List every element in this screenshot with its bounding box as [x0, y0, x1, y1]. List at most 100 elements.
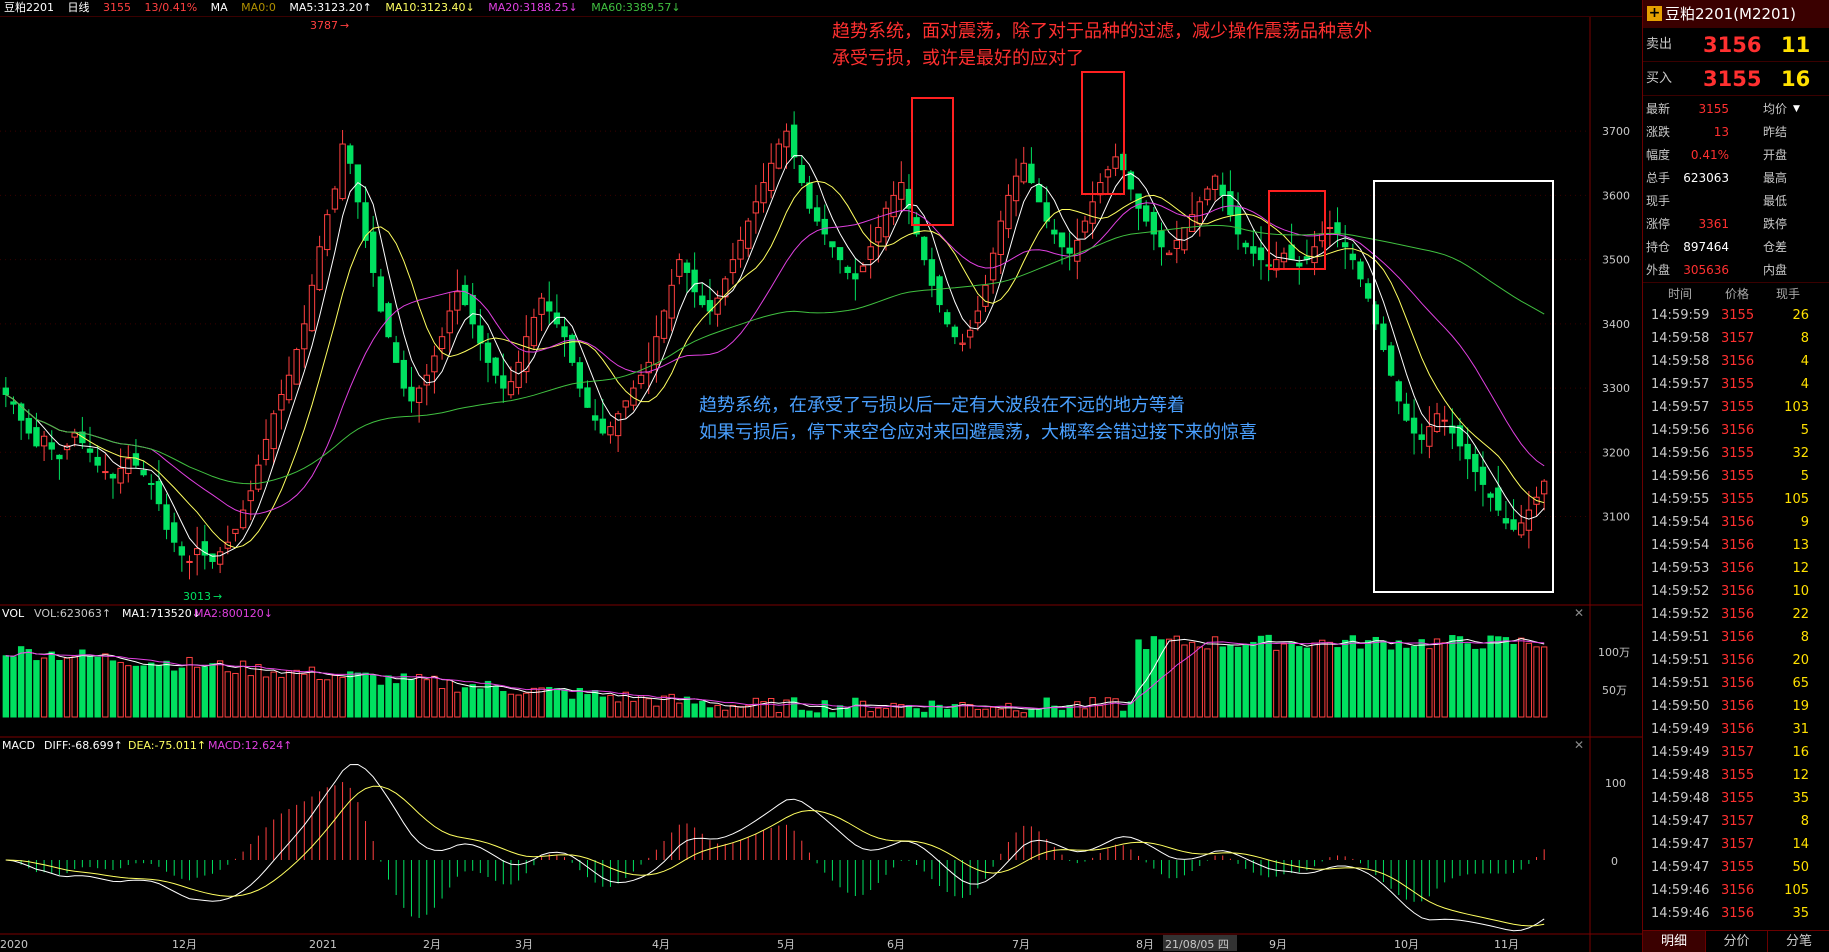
ask-row[interactable]: 卖出 3156 11 — [1643, 28, 1829, 62]
candle-body — [324, 214, 331, 251]
volume-bar — [71, 656, 78, 718]
tick-time: 14:59:49 — [1651, 745, 1710, 760]
candle-body — [622, 400, 629, 408]
quote-value: 623063 — [1683, 171, 1729, 185]
tick-row: 14:59:51 3156 20 — [1643, 649, 1829, 672]
tick-volume: 19 — [1792, 699, 1809, 714]
tick-volume: 35 — [1792, 791, 1809, 806]
vol-header-ma1: MA1:713520↓ — [122, 607, 201, 620]
quote-key: 持仓 — [1646, 240, 1671, 254]
candle-body — [1296, 262, 1303, 267]
chart-area[interactable]: 3100 3200 3300 3400 3500 3600 3700 2020 12月 2021… — [0, 17, 1642, 952]
tick-price: 3156 — [1721, 538, 1755, 553]
tick-price: 3157 — [1721, 814, 1755, 829]
tick-row: 14:59:50 3156 19 — [1643, 695, 1829, 718]
tick-time: 14:59:54 — [1651, 515, 1710, 530]
candle-body — [729, 259, 737, 274]
candle-body — [546, 301, 553, 312]
volume-bar — [722, 709, 729, 718]
tick-time: 14:59:47 — [1651, 860, 1710, 875]
volume-bar — [515, 694, 522, 718]
tick-price: 3155 — [1721, 768, 1755, 783]
tick-volume: 103 — [1784, 400, 1809, 415]
candle-body — [408, 386, 415, 402]
volume-bar — [1303, 647, 1311, 718]
tick-row: 14:59:47 3157 8 — [1643, 810, 1829, 833]
tick-time: 14:59:53 — [1651, 561, 1710, 576]
candle-body — [1479, 466, 1487, 485]
ma-selector[interactable]: MA — [211, 0, 228, 16]
candle-body — [844, 266, 851, 273]
candle-body — [806, 182, 813, 209]
volume-bar — [1173, 635, 1180, 718]
period-selector[interactable]: 日线 — [68, 0, 90, 16]
candle-body — [48, 442, 55, 450]
tick-volume: 16 — [1792, 745, 1809, 760]
tick-price: 3157 — [1721, 837, 1755, 852]
candle-body — [668, 284, 675, 319]
candle-body — [745, 220, 752, 249]
candle-body — [1357, 261, 1364, 280]
tick-time: 14:59:52 — [1651, 607, 1710, 622]
candle-body — [56, 454, 63, 460]
volume-bars-group — [2, 634, 1548, 718]
volume-bar — [1311, 642, 1318, 718]
candle-body — [339, 143, 346, 200]
vol-tick-100w: 100万 — [1598, 646, 1630, 659]
x-axis-label: 2月 — [423, 938, 441, 951]
candle-body — [362, 202, 369, 241]
candle-body — [1380, 323, 1387, 351]
candle-body — [461, 284, 469, 306]
quote-value: 13 — [1713, 125, 1729, 139]
symbol-label[interactable]: 豆粕2201 — [0, 0, 54, 16]
tab-detail[interactable]: 明细 — [1643, 931, 1705, 952]
volume-bar — [354, 672, 362, 718]
candle-body — [1089, 201, 1096, 224]
quote-value: 0.41% — [1690, 148, 1729, 162]
tab-price-dist[interactable]: 分价 — [1705, 931, 1767, 952]
candle-body — [492, 357, 499, 376]
volume-bar — [569, 698, 576, 718]
volume-bar — [1334, 647, 1341, 718]
candle-body — [1257, 247, 1265, 261]
ticks-list[interactable]: 14:59:59 3155 26 14:59:58 3157 8 14:59:58 3156 4… — [1643, 304, 1829, 925]
quote-row: 幅度 0.41% 开盘 — [1643, 144, 1829, 167]
moving-averages-group — [5, 155, 1545, 557]
tick-row: 14:59:56 3155 5 — [1643, 465, 1829, 488]
volume-bar — [94, 656, 101, 718]
volume-bar — [653, 705, 660, 718]
x-axis-labels: 2020 12月 2021 2月 3月 4月 5月 6月 7月 8月 21/08/05 四 9月 10月… — [0, 935, 1519, 951]
volume-bar — [1257, 635, 1265, 718]
tab-ticks[interactable]: 分笔 — [1767, 931, 1829, 952]
volume-bar — [193, 666, 201, 718]
candle-body — [752, 201, 760, 214]
volume-bar — [630, 700, 637, 718]
quote-key-2[interactable]: 均价 — [1763, 98, 1787, 121]
volume-bar — [844, 708, 851, 718]
ask-volume: 11 — [1781, 33, 1811, 57]
candle-body — [415, 387, 423, 403]
quote-key-2: 仓差 — [1763, 240, 1788, 254]
bid-row[interactable]: 买入 3155 16 — [1643, 62, 1829, 96]
candle-body — [1058, 232, 1066, 248]
ask-label: 卖出 — [1646, 37, 1673, 52]
bid-label: 买入 — [1646, 71, 1673, 86]
volume-bar — [798, 709, 805, 718]
candle-body — [377, 276, 385, 312]
tick-volume: 12 — [1792, 561, 1809, 576]
tick-time: 14:59:48 — [1651, 768, 1710, 783]
add-watchlist-icon[interactable]: + — [1647, 6, 1662, 21]
volume-bar — [829, 712, 836, 718]
candle-body — [469, 294, 476, 325]
volume-bar — [1250, 641, 1257, 718]
volume-bar — [706, 707, 714, 718]
kline-chart[interactable]: 3100 3200 3300 3400 3500 3600 3700 2020 12月 2021… — [0, 17, 1642, 952]
volume-bar — [1380, 640, 1387, 718]
price-tick-label: 3500 — [1602, 254, 1630, 267]
ticks-header-vol: 现手 — [1776, 287, 1801, 301]
candle-body — [293, 349, 300, 385]
volume-bar — [790, 697, 798, 718]
chevron-down-icon[interactable]: ▼ — [1793, 98, 1800, 121]
tick-row: 14:59:51 3156 65 — [1643, 672, 1829, 695]
volume-bar — [1219, 646, 1226, 718]
